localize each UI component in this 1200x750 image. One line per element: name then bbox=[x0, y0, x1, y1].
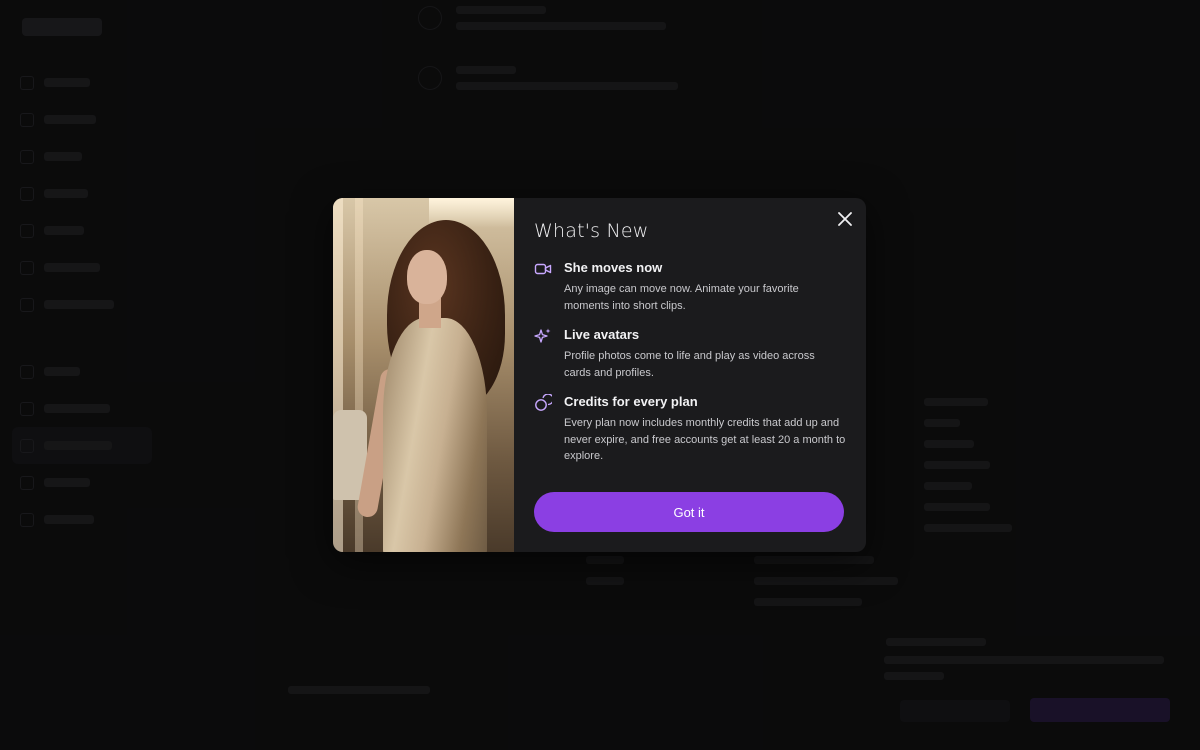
feature-title: Live avatars bbox=[564, 327, 640, 342]
feature-item: Credits for every plan Every plan now in… bbox=[534, 394, 846, 465]
sparkles-icon bbox=[534, 328, 551, 343]
feature-item: Live avatars Profile photos come to life… bbox=[534, 327, 846, 381]
feature-description: Any image can move now. Animate your fav… bbox=[564, 283, 799, 312]
feature-title: She moves now bbox=[564, 260, 663, 275]
feature-description: Every plan now includes monthly credits … bbox=[564, 417, 846, 462]
close-button[interactable] bbox=[834, 208, 856, 230]
feature-item: She moves now Any image can move now. An… bbox=[534, 260, 846, 314]
close-icon bbox=[838, 212, 852, 226]
got-it-button[interactable]: Got it bbox=[534, 492, 844, 532]
coins-icon bbox=[535, 394, 552, 411]
whats-new-modal: What's New She moves now Any image can m… bbox=[333, 198, 866, 552]
feature-title: Credits for every plan bbox=[564, 394, 698, 409]
feature-photo bbox=[333, 198, 514, 552]
modal-title: What's New bbox=[534, 220, 649, 242]
modal-body: What's New She moves now Any image can m… bbox=[514, 198, 866, 552]
video-camera-icon bbox=[534, 263, 552, 275]
feature-description: Profile photos come to life and play as … bbox=[564, 350, 815, 379]
